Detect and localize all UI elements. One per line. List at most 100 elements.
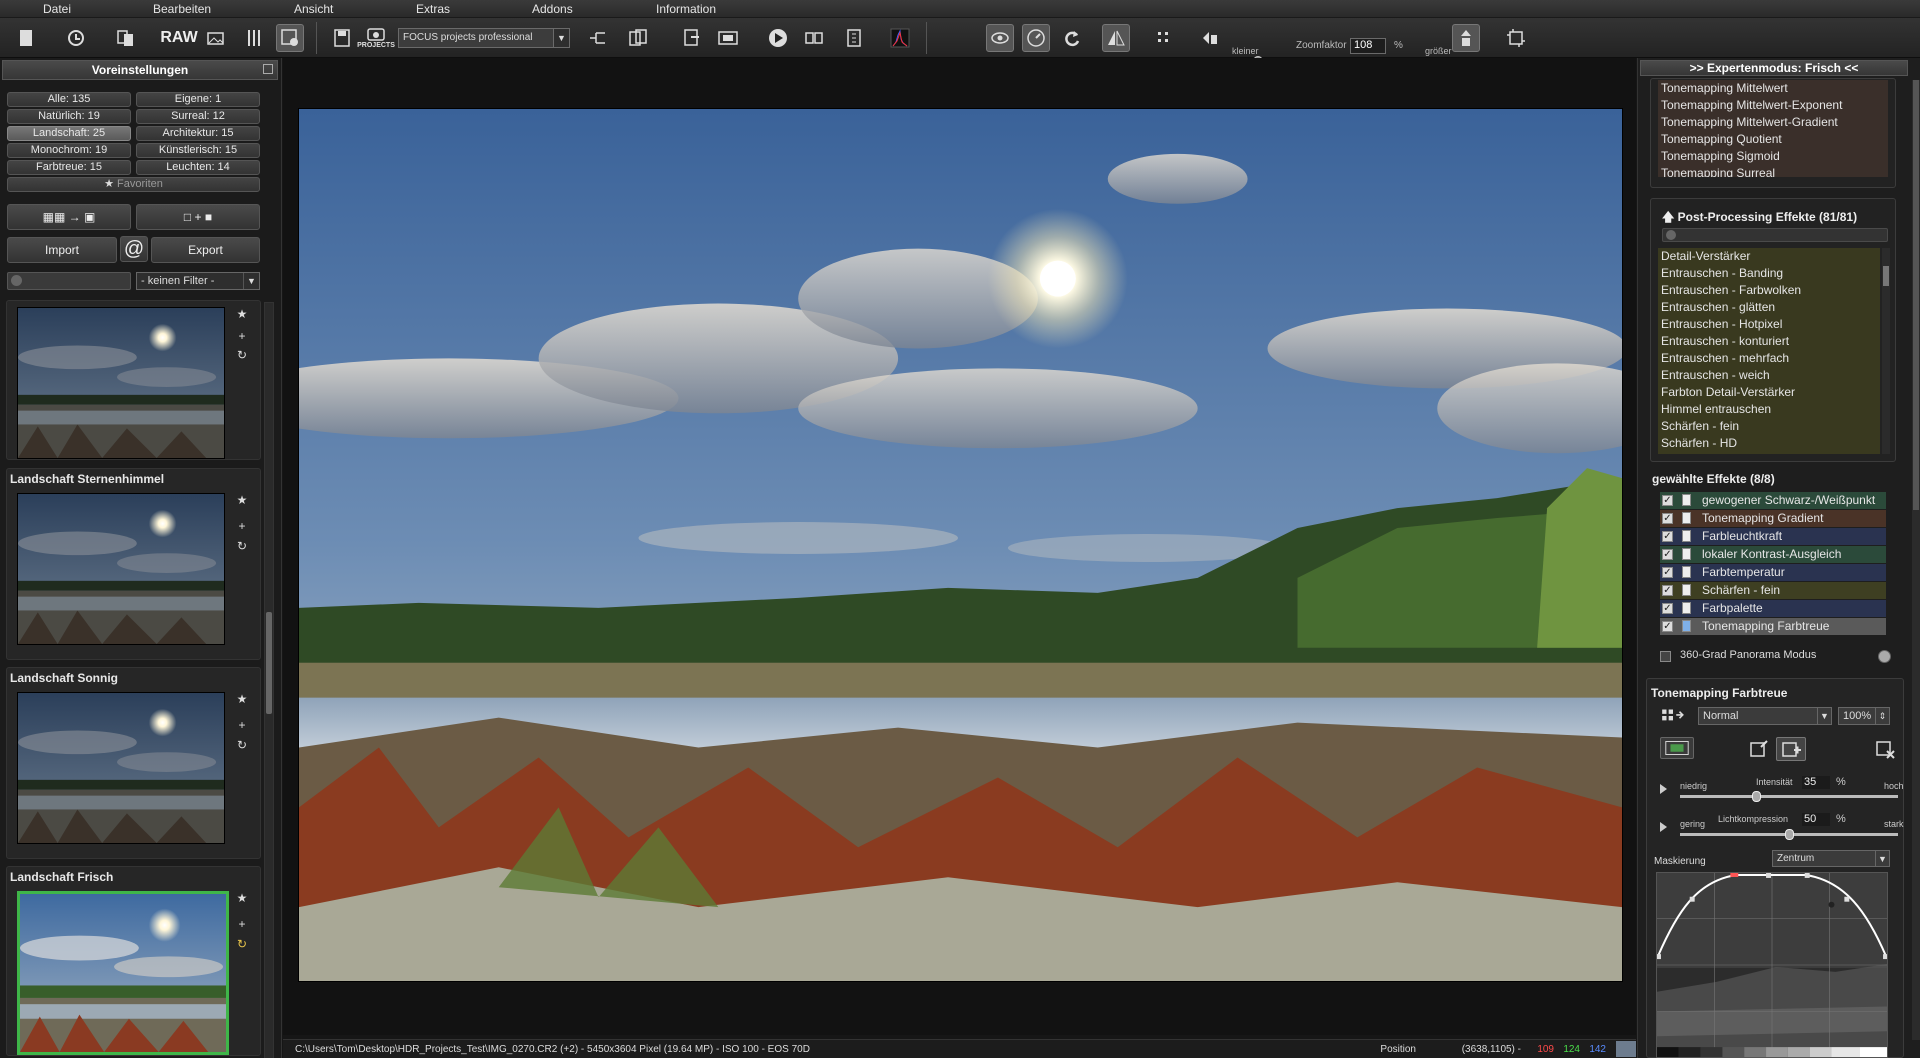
- list-item[interactable]: Entrauschen - konturiert: [1661, 333, 1880, 350]
- export-button[interactable]: Export: [151, 237, 260, 263]
- checkbox[interactable]: ✓: [1662, 513, 1673, 524]
- selected-effect-row[interactable]: ✓ Tonemapping Gradient: [1660, 510, 1886, 527]
- category-natuerlich[interactable]: Natürlich: 19: [7, 109, 131, 124]
- export-icon[interactable]: [624, 24, 652, 52]
- preset-thumbnail[interactable]: [17, 307, 225, 459]
- refresh-icon[interactable]: ↻: [235, 539, 249, 553]
- grid-arrow-icon[interactable]: [1658, 704, 1688, 728]
- star-icon[interactable]: ★: [235, 307, 249, 321]
- settings-icon[interactable]: [276, 24, 304, 52]
- blend-mode-select[interactable]: Normal ▼: [1698, 707, 1832, 725]
- preset-filter-select[interactable]: - keinen Filter - ▼: [136, 272, 260, 290]
- add-icon[interactable]: +: [235, 917, 249, 931]
- add-icon[interactable]: +: [235, 718, 249, 732]
- presets-scrollbar-thumb[interactable]: [266, 612, 272, 714]
- menu-addons[interactable]: Addons: [532, 2, 573, 16]
- grid-icon[interactable]: [1150, 24, 1178, 52]
- menu-bearbeiten[interactable]: Bearbeiten: [153, 2, 211, 16]
- preset-thumbnail[interactable]: [17, 891, 229, 1055]
- list-item[interactable]: Entrauschen - mehrfach: [1661, 350, 1880, 367]
- list-item[interactable]: Entrauschen - glätten: [1661, 299, 1880, 316]
- star-icon[interactable]: ★: [235, 692, 249, 706]
- histogram-icon[interactable]: [886, 24, 914, 52]
- image-import-icon[interactable]: [202, 24, 230, 52]
- remove-effect-icon[interactable]: [1870, 737, 1900, 761]
- post-processing-scrollbar-thumb[interactable]: [1883, 266, 1889, 286]
- intensity-slider-thumb[interactable]: [1752, 791, 1762, 802]
- zoom-stepper[interactable]: [1452, 24, 1480, 52]
- category-leuchten[interactable]: Leuchten: 14: [136, 160, 260, 175]
- favorites-button[interactable]: ★ Favoriten: [7, 177, 260, 192]
- menu-datei[interactable]: Datei: [43, 2, 71, 16]
- save-icon[interactable]: [328, 24, 356, 52]
- redo-icon[interactable]: [1058, 24, 1086, 52]
- preset-card[interactable]: Landschaft Sonnig ★ + ↻: [6, 667, 261, 859]
- copy-icon[interactable]: [112, 24, 140, 52]
- category-monochrom[interactable]: Monochrom: 19: [7, 143, 131, 158]
- selected-effect-row[interactable]: ✓ Farbpalette: [1660, 600, 1886, 617]
- list-item[interactable]: Entrauschen - weich: [1661, 367, 1880, 384]
- list-item[interactable]: Tonemapping Mittelwert: [1661, 80, 1888, 97]
- projects-icon[interactable]: PROJECTS: [357, 24, 395, 52]
- light-compression-slider-thumb[interactable]: [1785, 829, 1794, 840]
- refresh-icon[interactable]: ↻: [235, 348, 249, 362]
- list-item[interactable]: Farbton Detail-Verstärker: [1661, 384, 1880, 401]
- main-preview-image[interactable]: [298, 108, 1623, 982]
- info-icon[interactable]: [840, 24, 868, 52]
- mask-mode-select[interactable]: Zentrum ▼: [1772, 850, 1890, 867]
- preset-thumbnail[interactable]: [17, 692, 225, 844]
- list-item[interactable]: Schärfen - fein: [1661, 418, 1880, 435]
- checkbox[interactable]: ✓: [1662, 621, 1673, 632]
- selected-effect-row[interactable]: ✓ lokaler Kontrast-Ausgleich: [1660, 546, 1886, 563]
- refresh-icon[interactable]: ↻: [235, 937, 249, 951]
- opacity-stepper[interactable]: 100% ⇕: [1838, 707, 1890, 725]
- at-icon[interactable]: @: [120, 236, 148, 262]
- panorama-checkbox[interactable]: [1660, 651, 1671, 662]
- category-eigene[interactable]: Eigene: 1: [136, 92, 260, 107]
- slideshow-icon[interactable]: [714, 24, 742, 52]
- split-view-icon[interactable]: [800, 24, 828, 52]
- compare-icon[interactable]: [678, 24, 706, 52]
- checkbox[interactable]: ✓: [1662, 603, 1673, 614]
- list-item[interactable]: Entrauschen - Farbwolken: [1661, 282, 1880, 299]
- selected-effect-row[interactable]: ✓ Schärfen - fein: [1660, 582, 1886, 599]
- checkbox[interactable]: ✓: [1662, 549, 1673, 560]
- new-file-icon[interactable]: [12, 24, 40, 52]
- list-item[interactable]: Entrauschen - Hotpixel: [1661, 316, 1880, 333]
- edit-effect-icon[interactable]: [1744, 737, 1774, 761]
- menu-extras[interactable]: Extras: [416, 2, 450, 16]
- checkbox[interactable]: ✓: [1662, 585, 1673, 596]
- new-preset-button[interactable]: □ + ■: [136, 204, 260, 230]
- list-item[interactable]: Schärfen - HD: [1661, 435, 1880, 452]
- add-icon[interactable]: +: [235, 519, 249, 533]
- import-button[interactable]: Import: [7, 237, 117, 263]
- effect-search-input[interactable]: [1662, 228, 1888, 242]
- selected-effect-row[interactable]: ✓ Farbtemperatur: [1660, 564, 1886, 581]
- selected-effect-row[interactable]: ✓ Tonemapping Farbtreue: [1660, 618, 1886, 635]
- light-compression-value[interactable]: 50: [1802, 813, 1830, 826]
- star-icon[interactable]: ★: [235, 891, 249, 905]
- project-mode-select[interactable]: FOCUS projects professional ▼: [398, 28, 570, 48]
- panorama-knob-icon[interactable]: [1878, 650, 1891, 663]
- compare-half-icon[interactable]: [1196, 24, 1224, 52]
- history-icon[interactable]: [62, 24, 90, 52]
- mirror-icon[interactable]: [1102, 24, 1130, 52]
- eye-icon[interactable]: [986, 24, 1014, 52]
- mask-image-icon[interactable]: [1660, 737, 1694, 759]
- add-icon[interactable]: +: [235, 329, 249, 343]
- add-effect-icon[interactable]: [1776, 737, 1806, 761]
- list-item[interactable]: Tonemapping Surreal: [1661, 165, 1888, 177]
- category-kuenstlerisch[interactable]: Künstlerisch: 15: [136, 143, 260, 158]
- expert-panel-scrollbar-thumb[interactable]: [1913, 80, 1919, 510]
- preset-card[interactable]: Landschaft Sternenhimmel ★ + ↻: [6, 468, 261, 660]
- undock-icon[interactable]: [263, 64, 273, 74]
- list-item[interactable]: Himmel entrauschen: [1661, 401, 1880, 418]
- menu-ansicht[interactable]: Ansicht: [294, 2, 333, 16]
- preset-search-input[interactable]: [7, 272, 131, 290]
- crop-icon[interactable]: [1502, 24, 1530, 52]
- expand-play-icon[interactable]: [1660, 822, 1667, 832]
- post-processing-title[interactable]: 🡅 Post-Processing Effekte (81/81): [1662, 208, 1857, 229]
- list-item[interactable]: Tonemapping Mittelwert-Exponent: [1661, 97, 1888, 114]
- category-surreal[interactable]: Surreal: 12: [136, 109, 260, 124]
- batch-icon[interactable]: [584, 24, 612, 52]
